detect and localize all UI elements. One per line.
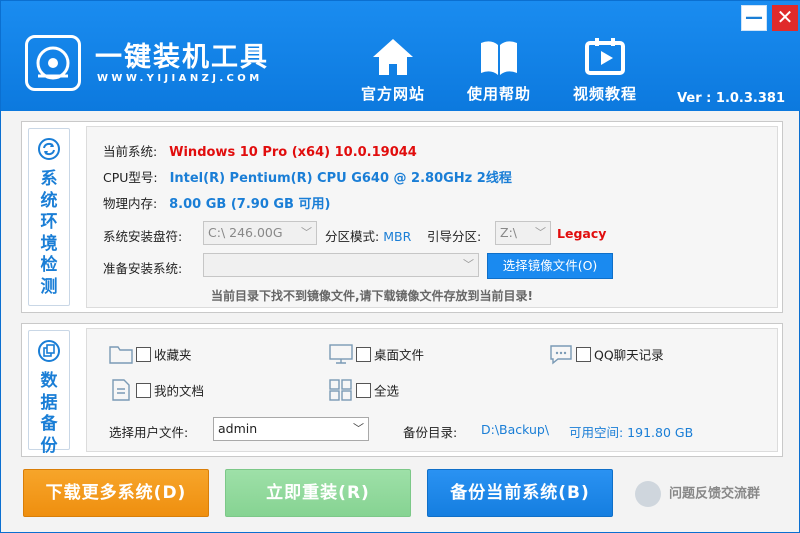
feedback-group-label: 问题反馈交流群 bbox=[669, 486, 761, 502]
system-check-tab: 系统环境检测 bbox=[28, 128, 70, 306]
app-window: 一键装机工具 WWW.YIJIANZJ.COM 官方网站 使用帮助 视频教程 V… bbox=[0, 0, 800, 533]
nav-help-label: 使用帮助 bbox=[466, 85, 531, 103]
checkbox-box[interactable] bbox=[356, 382, 371, 398]
folder-icon bbox=[109, 343, 133, 365]
os-row: 当前系统: Windows 10 Pro (x64) 10.0.19044 bbox=[103, 141, 417, 160]
document-icon bbox=[109, 379, 133, 401]
chat-bubble-icon bbox=[549, 343, 573, 365]
app-website-text: WWW.YIJIANZJ.COM bbox=[97, 73, 263, 84]
home-icon bbox=[348, 37, 438, 77]
checkbox-box[interactable] bbox=[136, 382, 151, 398]
user-files-value: admin bbox=[218, 421, 258, 436]
install-image-select[interactable]: ﹀ bbox=[203, 253, 479, 277]
checkbox-box[interactable] bbox=[356, 346, 371, 362]
favorites-label: 收藏夹 bbox=[154, 347, 192, 363]
qq-chat-checkbox[interactable]: QQ聊天记录 bbox=[549, 343, 664, 365]
checkbox-box[interactable] bbox=[576, 346, 591, 362]
my-documents-checkbox[interactable]: 我的文档 bbox=[109, 379, 204, 401]
feedback-group-link[interactable]: 问题反馈交流群 bbox=[635, 481, 760, 507]
qq-chat-label: QQ聊天记录 bbox=[594, 347, 664, 363]
nav-official-site-label: 官方网站 bbox=[360, 85, 425, 103]
desktop-files-label: 桌面文件 bbox=[374, 347, 425, 363]
monitor-icon bbox=[329, 343, 353, 365]
boot-partition-value: Z:\ bbox=[500, 225, 517, 240]
boot-partition-select[interactable]: Z:\ ﹀ bbox=[495, 221, 551, 245]
checkbox-box[interactable] bbox=[136, 346, 151, 362]
install-disk-label: 系统安装盘符: bbox=[103, 229, 183, 244]
cpu-value: Intel(R) Pentium(R) CPU G640 @ 2.80GHz 2… bbox=[169, 171, 512, 186]
select-image-button[interactable]: 选择镜像文件(O) bbox=[487, 253, 613, 279]
os-value: Windows 10 Pro (x64) 10.0.19044 bbox=[169, 145, 417, 160]
chevron-down-icon: ﹀ bbox=[353, 422, 364, 435]
partition-mode-value: MBR bbox=[383, 229, 412, 244]
memory-label: 物理内存: bbox=[103, 196, 158, 211]
system-environment-panel: 系统环境检测 当前系统: Windows 10 Pro (x64) 10.0.1… bbox=[21, 121, 783, 313]
copy-icon bbox=[29, 339, 69, 367]
boot-partition-label: 引导分区: bbox=[427, 229, 482, 244]
user-files-label: 选择用户文件: bbox=[109, 425, 189, 440]
app-logo-icon bbox=[25, 35, 81, 91]
cpu-label: CPU型号: bbox=[103, 170, 158, 185]
version-label: Ver : 1.0.3.381 bbox=[677, 91, 785, 106]
book-icon bbox=[454, 37, 544, 77]
system-check-tab-label: 系统环境检测 bbox=[40, 169, 58, 297]
data-backup-tab-label: 数据备份 bbox=[40, 371, 58, 456]
backup-current-system-button[interactable]: 备份当前系统(B) bbox=[427, 469, 613, 517]
boot-mode-value: Legacy bbox=[557, 226, 607, 241]
cpu-row: CPU型号: Intel(R) Pentium(R) CPU G640 @ 2.… bbox=[103, 167, 512, 186]
video-player-icon bbox=[560, 37, 650, 77]
backup-dir-value[interactable]: D:\Backup\ bbox=[481, 422, 549, 437]
data-backup-panel: 数据备份 收藏夹 桌面文件 QQ聊天记录 我的文档 全选 选择用户文件: adm… bbox=[21, 323, 783, 457]
reinstall-now-button[interactable]: 立即重装(R) bbox=[225, 469, 411, 517]
missing-image-warning: 当前目录下找不到镜像文件,请下载镜像文件存放到当前目录! bbox=[211, 289, 534, 303]
nav-help[interactable]: 使用帮助 bbox=[454, 37, 544, 104]
chevron-down-icon: ﹀ bbox=[301, 226, 312, 239]
my-documents-label: 我的文档 bbox=[154, 383, 205, 399]
os-label: 当前系统: bbox=[103, 144, 158, 159]
install-disk-select[interactable]: C:\ 246.00G ﹀ bbox=[203, 221, 317, 245]
header-bar: 一键装机工具 WWW.YIJIANZJ.COM 官方网站 使用帮助 视频教程 V… bbox=[1, 1, 800, 111]
system-info-box: 当前系统: Windows 10 Pro (x64) 10.0.19044 CP… bbox=[86, 126, 778, 308]
memory-row: 物理内存: 8.00 GB (7.90 GB 可用) bbox=[103, 193, 330, 212]
chevron-down-icon: ﹀ bbox=[535, 226, 546, 239]
qq-penguin-icon bbox=[635, 481, 661, 507]
select-all-checkbox[interactable]: 全选 bbox=[329, 379, 399, 401]
partition-mode-row: 分区模式: MBR bbox=[325, 226, 411, 245]
grid-icon bbox=[329, 379, 353, 401]
close-button[interactable]: ✕ bbox=[772, 5, 798, 31]
select-all-label: 全选 bbox=[374, 383, 400, 399]
nav-video-tutorial[interactable]: 视频教程 bbox=[560, 37, 650, 104]
user-files-select[interactable]: admin ﹀ bbox=[213, 417, 369, 441]
chevron-down-icon: ﹀ bbox=[463, 258, 474, 271]
partition-mode-label: 分区模式: bbox=[325, 229, 380, 244]
download-more-systems-button[interactable]: 下载更多系统(D) bbox=[23, 469, 209, 517]
minimize-button[interactable]: — bbox=[741, 5, 767, 31]
data-backup-tab: 数据备份 bbox=[28, 330, 70, 456]
install-image-label: 准备安装系统: bbox=[103, 261, 183, 276]
nav-official-site[interactable]: 官方网站 bbox=[348, 37, 438, 104]
desktop-files-checkbox[interactable]: 桌面文件 bbox=[329, 343, 424, 365]
favorites-checkbox[interactable]: 收藏夹 bbox=[109, 343, 192, 365]
nav-video-tutorial-label: 视频教程 bbox=[572, 85, 637, 103]
free-space-value: 可用空间: 191.80 GB bbox=[569, 425, 694, 440]
backup-options-box: 收藏夹 桌面文件 QQ聊天记录 我的文档 全选 选择用户文件: admin ﹀ … bbox=[86, 328, 778, 452]
refresh-icon bbox=[29, 137, 69, 165]
backup-dir-label: 备份目录: bbox=[403, 425, 458, 440]
app-title: 一键装机工具 bbox=[95, 42, 269, 73]
memory-value: 8.00 GB (7.90 GB 可用) bbox=[169, 197, 331, 212]
install-disk-value: C:\ 246.00G bbox=[208, 225, 283, 240]
